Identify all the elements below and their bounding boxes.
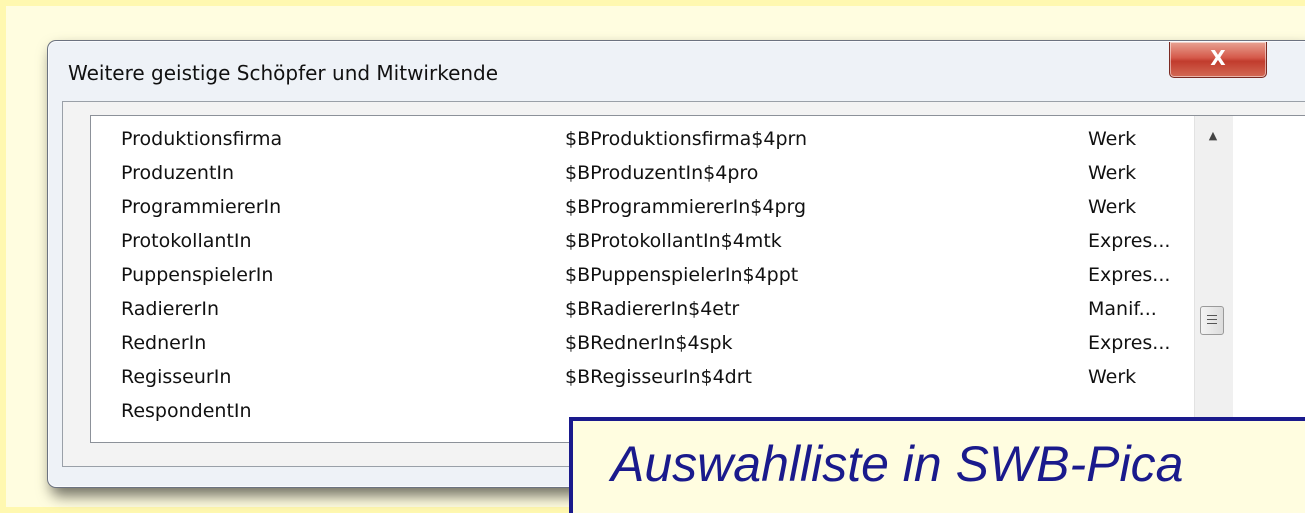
role-name: PuppenspielerIn (121, 264, 274, 286)
close-button[interactable]: X (1169, 42, 1267, 78)
list-item[interactable]: PuppenspielerIn $BPuppenspielerIn$4ppt E… (91, 258, 1221, 292)
role-name: RednerIn (121, 332, 207, 354)
role-level: Werk (1088, 162, 1137, 184)
role-name: Produktionsfirma (121, 128, 283, 150)
role-code: $BProduzentIn$4pro (565, 162, 759, 184)
role-code: $BRednerIn$4spk (565, 332, 733, 354)
role-code: $BRegisseurIn$4drt (565, 366, 752, 388)
caption-box: Auswahlliste in SWB-Pica (569, 417, 1305, 513)
role-level: Expres... (1088, 264, 1171, 286)
grip-line (1207, 315, 1217, 316)
role-level: Werk (1088, 196, 1137, 218)
vertical-scrollbar[interactable]: ▲ (1194, 116, 1233, 442)
role-name: ProtokollantIn (121, 230, 252, 252)
role-code: $BProduktionsfirma$4prn (565, 128, 808, 150)
list-item[interactable]: RegisseurIn $BRegisseurIn$4drt Werk (91, 360, 1221, 394)
scroll-thumb[interactable] (1200, 306, 1224, 335)
caption-text: Auswahlliste in SWB-Pica (611, 436, 1184, 492)
scroll-up-arrow-icon[interactable]: ▲ (1201, 124, 1225, 148)
list-item[interactable]: ProduzentIn $BProduzentIn$4pro Werk (91, 156, 1221, 190)
role-level: Werk (1088, 128, 1137, 150)
role-code: $BRadiererIn$4etr (565, 298, 740, 320)
role-code: $BPuppenspielerIn$4ppt (565, 264, 799, 286)
role-level: Expres... (1088, 230, 1171, 252)
list-item[interactable]: ProgrammiererIn $BProgrammiererIn$4prg W… (91, 190, 1221, 224)
role-name: ProduzentIn (121, 162, 235, 184)
dialog-content: Produktionsfirma $BProduktionsfirma$4prn… (62, 101, 1305, 467)
role-level: Werk (1088, 366, 1137, 388)
role-code: $BProtokollantIn$4mtk (565, 230, 782, 252)
role-code: $BProgrammiererIn$4prg (565, 196, 807, 218)
list-item[interactable]: RadiererIn $BRadiererIn$4etr Manif... (91, 292, 1221, 326)
grip-line (1207, 319, 1217, 320)
list-item[interactable]: ProtokollantIn $BProtokollantIn$4mtk Exp… (91, 224, 1221, 258)
role-name: ProgrammiererIn (121, 196, 282, 218)
list-item[interactable]: Produktionsfirma $BProduktionsfirma$4prn… (91, 122, 1221, 156)
role-level: Expres... (1088, 332, 1171, 354)
dialog-title: Weitere geistige Schöpfer und Mitwirkend… (68, 61, 499, 85)
selection-list[interactable]: Produktionsfirma $BProduktionsfirma$4prn… (90, 115, 1305, 443)
grip-line (1207, 323, 1217, 324)
role-level: Manif... (1088, 298, 1157, 320)
role-name: RegisseurIn (121, 366, 232, 388)
list-item[interactable]: RednerIn $BRednerIn$4spk Expres... (91, 326, 1221, 360)
role-name: RespondentIn (121, 400, 252, 422)
role-name: RadiererIn (121, 298, 219, 320)
